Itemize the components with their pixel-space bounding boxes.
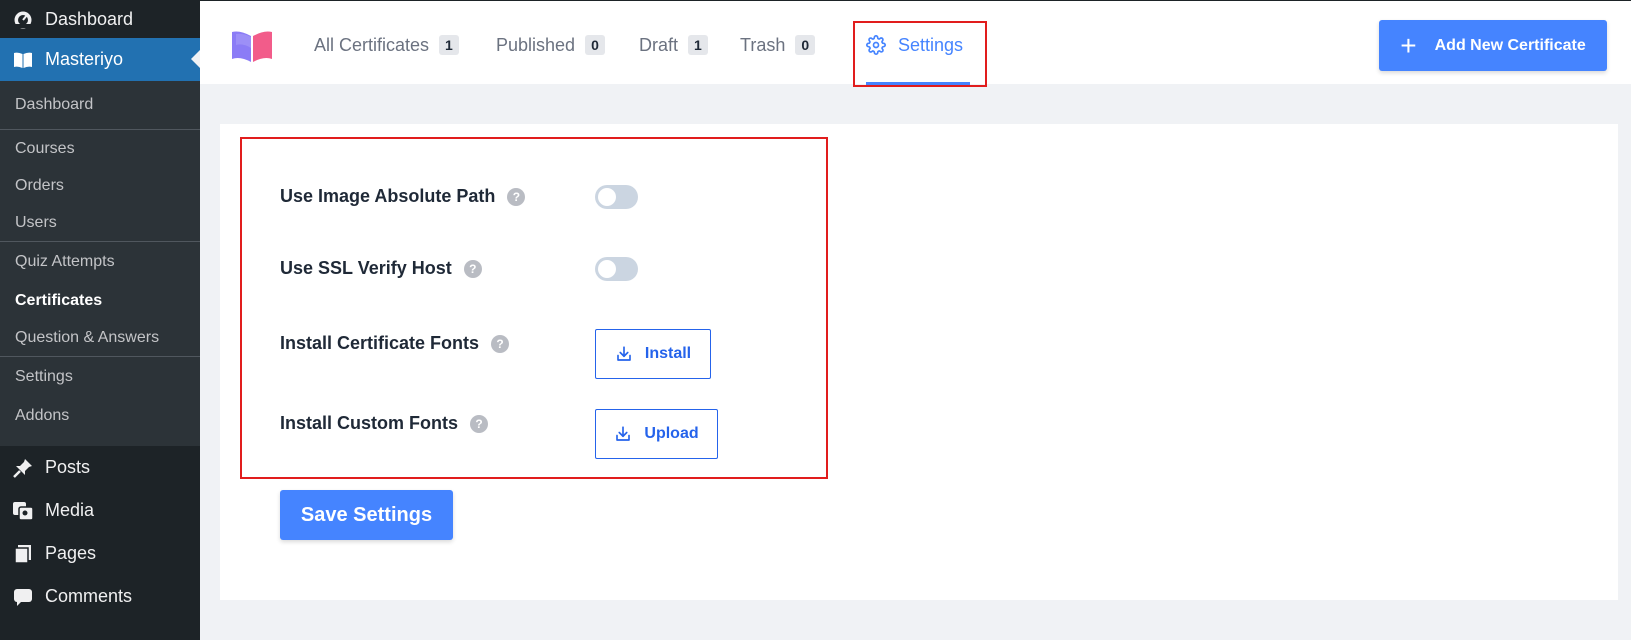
sidebar-item-media[interactable]: Media — [0, 489, 200, 532]
help-icon[interactable]: ? — [507, 187, 526, 206]
submenu-item-dashboard[interactable]: Dashboard — [0, 81, 200, 129]
submenu-item-courses[interactable]: Courses — [0, 130, 200, 167]
count-badge: 0 — [585, 35, 605, 55]
ssl-verify-host-toggle[interactable] — [595, 257, 638, 281]
setting-install-custom-fonts: Install Custom Fonts ? — [280, 413, 489, 434]
download-icon — [614, 425, 632, 443]
masteriyo-logo — [230, 28, 274, 64]
sidebar-item-label: Pages — [45, 543, 97, 563]
sidebar-item-pages[interactable]: Pages — [0, 532, 200, 575]
tab-label: Draft — [639, 34, 679, 55]
submenu-item-question-answers[interactable]: Question & Answers — [0, 319, 200, 356]
masteriyo-submenu: Dashboard Courses Orders Users Quiz Atte… — [0, 81, 200, 446]
setting-label: Install Certificate Fonts — [280, 333, 480, 353]
tab-label: Published — [496, 34, 576, 55]
add-new-certificate-button[interactable]: + Add New Certificate — [1379, 20, 1607, 71]
submenu-item-settings[interactable]: Settings — [0, 357, 200, 397]
download-icon — [615, 345, 633, 363]
sidebar-item-label: Media — [45, 500, 95, 520]
pin-icon — [12, 457, 34, 479]
setting-label: Install Custom Fonts — [280, 413, 459, 433]
book-icon — [12, 49, 34, 71]
comment-icon — [12, 586, 34, 608]
button-label: Install — [644, 345, 692, 362]
setting-ssl-verify-host: Use SSL Verify Host ? — [280, 258, 482, 279]
sidebar-item-dashboard[interactable]: Dashboard — [0, 0, 200, 38]
sidebar-item-label: Posts — [45, 457, 91, 477]
certificates-header: All Certificates 1 Published 0 Draft 1 T… — [200, 0, 1631, 87]
setting-install-certificate-fonts: Install Certificate Fonts ? — [280, 333, 510, 354]
help-icon[interactable]: ? — [491, 334, 510, 353]
submenu-item-quiz-attempts[interactable]: Quiz Attempts — [0, 242, 200, 282]
button-label: Upload — [644, 425, 699, 442]
sidebar-item-masteriyo[interactable]: Masteriyo — [0, 38, 200, 81]
setting-image-absolute-path: Use Image Absolute Path ? — [280, 186, 526, 207]
sidebar-item-label: Dashboard — [45, 8, 134, 29]
submenu-item-certificates[interactable]: Certificates — [0, 282, 200, 319]
tab-all-certificates[interactable]: All Certificates 1 — [314, 31, 459, 59]
tab-label: All Certificates — [314, 34, 430, 55]
tab-published[interactable]: Published 0 — [496, 31, 605, 59]
admin-sidebar: Dashboard Masteriyo Dashboard Courses Or… — [0, 0, 200, 640]
help-icon[interactable]: ? — [463, 259, 482, 278]
upload-fonts-button[interactable]: Upload — [595, 409, 718, 459]
settings-tab-highlight — [853, 21, 987, 87]
count-badge: 1 — [439, 35, 459, 55]
submenu-item-orders[interactable]: Orders — [0, 167, 200, 204]
media-icon — [12, 500, 34, 522]
count-badge: 1 — [688, 35, 708, 55]
toggle-knob — [598, 188, 616, 206]
submenu-item-users[interactable]: Users — [0, 204, 200, 241]
tab-draft[interactable]: Draft 1 — [639, 31, 708, 59]
setting-label: Use SSL Verify Host — [280, 258, 452, 278]
submenu-item-addons[interactable]: Addons — [0, 397, 200, 434]
pages-icon — [12, 543, 34, 565]
count-badge: 0 — [795, 35, 816, 55]
sidebar-item-comments[interactable]: Comments — [0, 575, 200, 618]
sidebar-item-posts[interactable]: Posts — [0, 446, 200, 489]
dashboard-icon — [12, 8, 34, 30]
plus-icon: + — [1400, 29, 1417, 61]
image-absolute-path-toggle[interactable] — [595, 185, 638, 209]
button-label: Add New Certificate — [1434, 36, 1586, 54]
install-fonts-button[interactable]: Install — [595, 329, 711, 379]
save-settings-button[interactable]: Save Settings — [280, 490, 453, 540]
help-icon[interactable]: ? — [470, 414, 489, 433]
toggle-knob — [598, 260, 616, 278]
sidebar-item-label: Masteriyo — [45, 49, 124, 69]
setting-label: Use Image Absolute Path — [280, 186, 496, 206]
sidebar-item-label: Comments — [45, 586, 133, 606]
tab-label: Trash — [740, 34, 786, 55]
tab-trash[interactable]: Trash 0 — [740, 31, 816, 59]
